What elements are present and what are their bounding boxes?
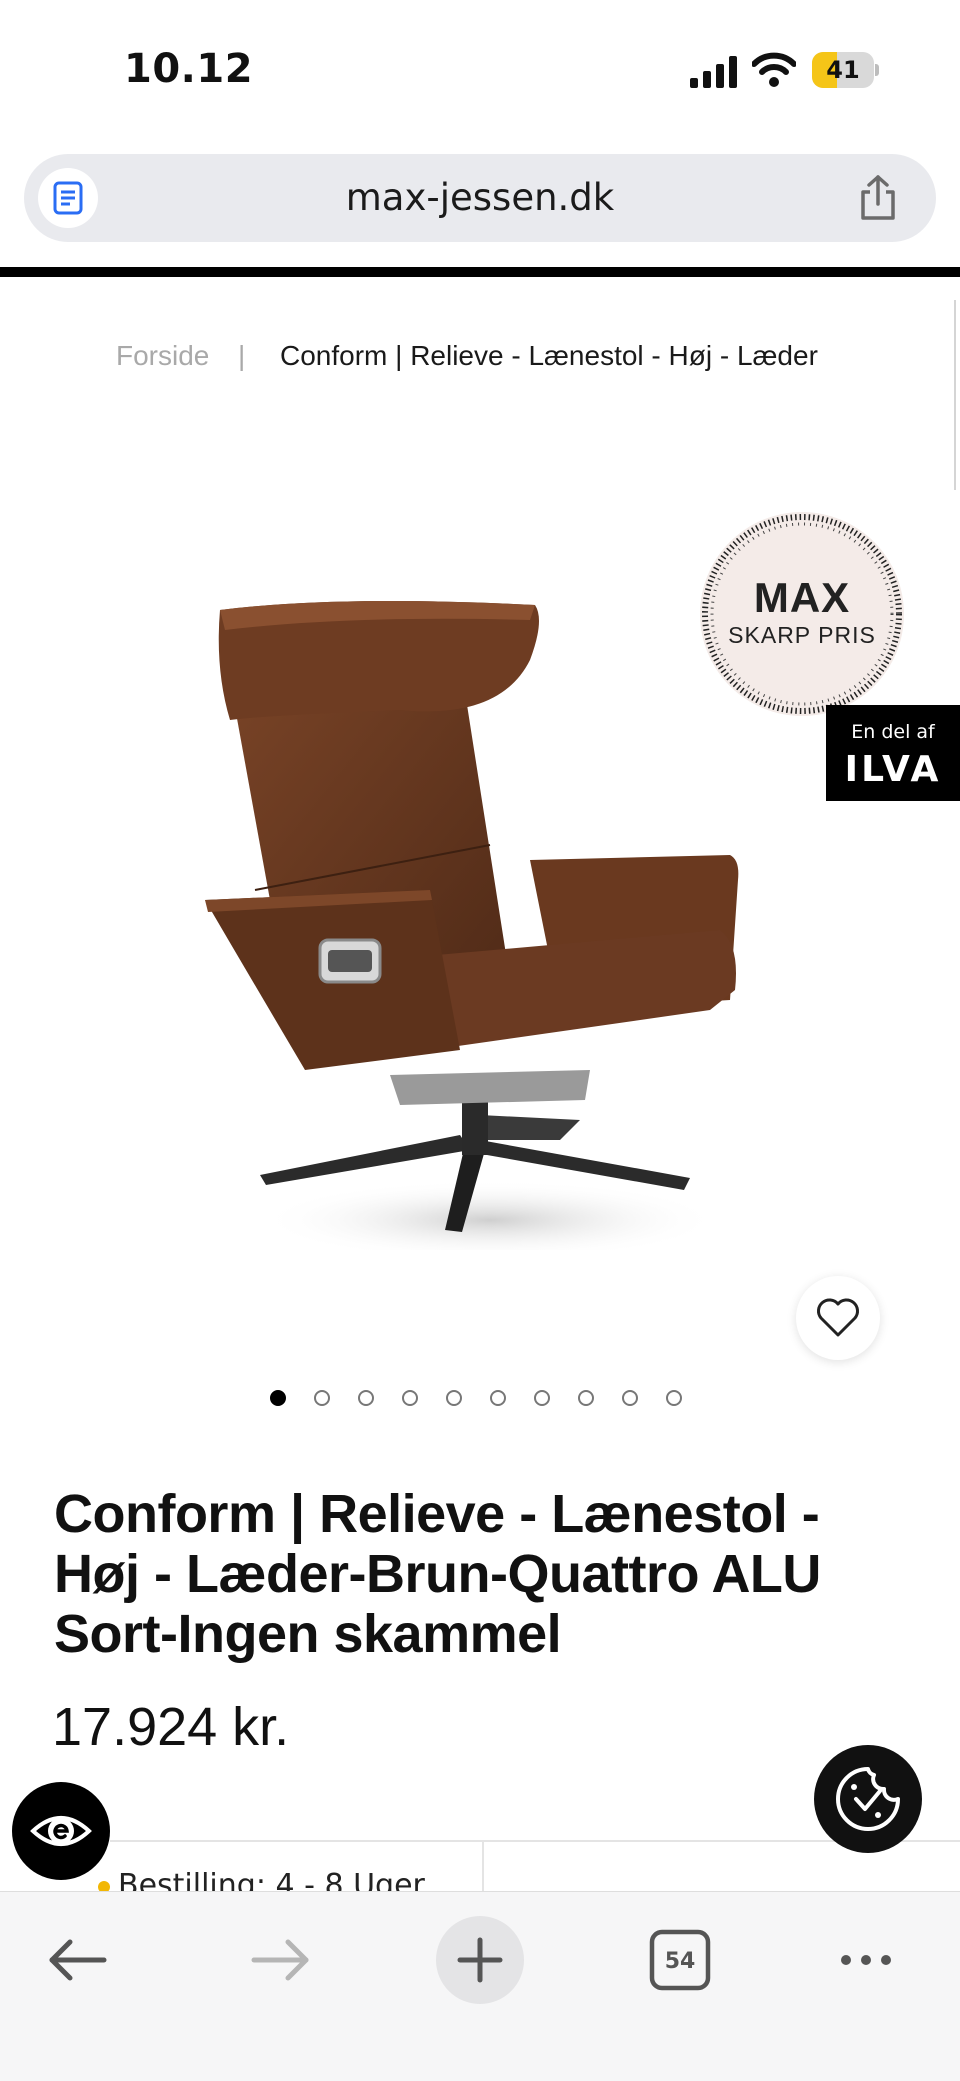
battery-indicator: 41 — [812, 52, 879, 88]
gallery-dot[interactable] — [270, 1390, 286, 1406]
product-image-chair — [205, 601, 739, 1250]
tabs-button[interactable]: 54 — [636, 1916, 724, 2004]
cookie-consent-button[interactable] — [814, 1745, 922, 1853]
badge-max-text: MAX — [753, 574, 851, 621]
back-button[interactable] — [34, 1916, 122, 2004]
forward-button[interactable] — [236, 1916, 324, 2004]
battery-level: 41 — [826, 56, 860, 84]
gallery-dot[interactable] — [358, 1390, 374, 1406]
product-price: 17.924 kr. — [52, 1697, 290, 1757]
delivery-text: Bestilling: 4 - 8 Uger — [118, 1868, 425, 1892]
badge-skarp-pris-text: SKARP PRIS — [728, 622, 876, 648]
reader-icon — [53, 181, 83, 215]
product-image-gallery[interactable]: MAX SKARP PRIS En del af ILVA — [0, 440, 960, 1370]
browser-toolbar: 54 — [0, 1891, 960, 2081]
skarp-pris-badge: MAX SKARP PRIS — [700, 512, 904, 716]
ilva-tag[interactable]: En del af ILVA — [826, 705, 960, 801]
gallery-dot[interactable] — [578, 1390, 594, 1406]
ilva-tag-caption: En del af — [851, 721, 935, 743]
breadcrumb-separator: | — [238, 340, 246, 371]
breadcrumb-current: Conform | Relieve - Lænestol - Høj - Læd… — [280, 340, 818, 371]
breadcrumb: Forside | Conform | Relieve - Lænestol -… — [0, 336, 960, 376]
address-bar[interactable]: max-jessen.dk — [24, 154, 936, 242]
share-icon[interactable] — [854, 174, 902, 222]
status-bar: 10.12 41 — [0, 0, 960, 140]
gallery-dot[interactable] — [622, 1390, 638, 1406]
tab-count: 54 — [664, 1949, 696, 1974]
accessibility-button[interactable] — [12, 1782, 110, 1880]
gallery-dot[interactable] — [314, 1390, 330, 1406]
gallery-dot[interactable] — [666, 1390, 682, 1406]
favorite-button[interactable] — [796, 1276, 880, 1360]
plus-icon — [457, 1937, 503, 1983]
cookie-icon — [836, 1767, 900, 1831]
ilva-logo: ILVA — [844, 749, 942, 790]
accessibility-eye-icon — [30, 1816, 92, 1846]
arrow-right-icon — [251, 1939, 309, 1981]
reader-mode-button[interactable] — [38, 168, 98, 228]
url-text[interactable]: max-jessen.dk — [24, 154, 936, 242]
gallery-dot[interactable] — [402, 1390, 418, 1406]
heart-icon — [817, 1298, 859, 1337]
breadcrumb-home-link[interactable]: Forside — [116, 340, 209, 372]
new-tab-button[interactable] — [436, 1916, 524, 2004]
gallery-dot[interactable] — [534, 1390, 550, 1406]
arrow-left-icon — [49, 1939, 107, 1981]
header-rule — [0, 267, 960, 277]
gallery-dot[interactable] — [446, 1390, 462, 1406]
product-title: Conform | Relieve - Lænestol - Høj - Læd… — [54, 1484, 821, 1664]
gallery-dot[interactable] — [490, 1390, 506, 1406]
info-column-divider — [482, 1842, 484, 1892]
more-menu-button[interactable] — [822, 1916, 910, 2004]
status-time: 10.12 — [124, 46, 254, 92]
delivery-status: Bestilling: 4 - 8 Uger — [98, 1868, 425, 1892]
wifi-icon — [752, 52, 796, 87]
cellular-signal-icon — [690, 56, 737, 88]
more-dots-icon — [841, 1955, 891, 1965]
